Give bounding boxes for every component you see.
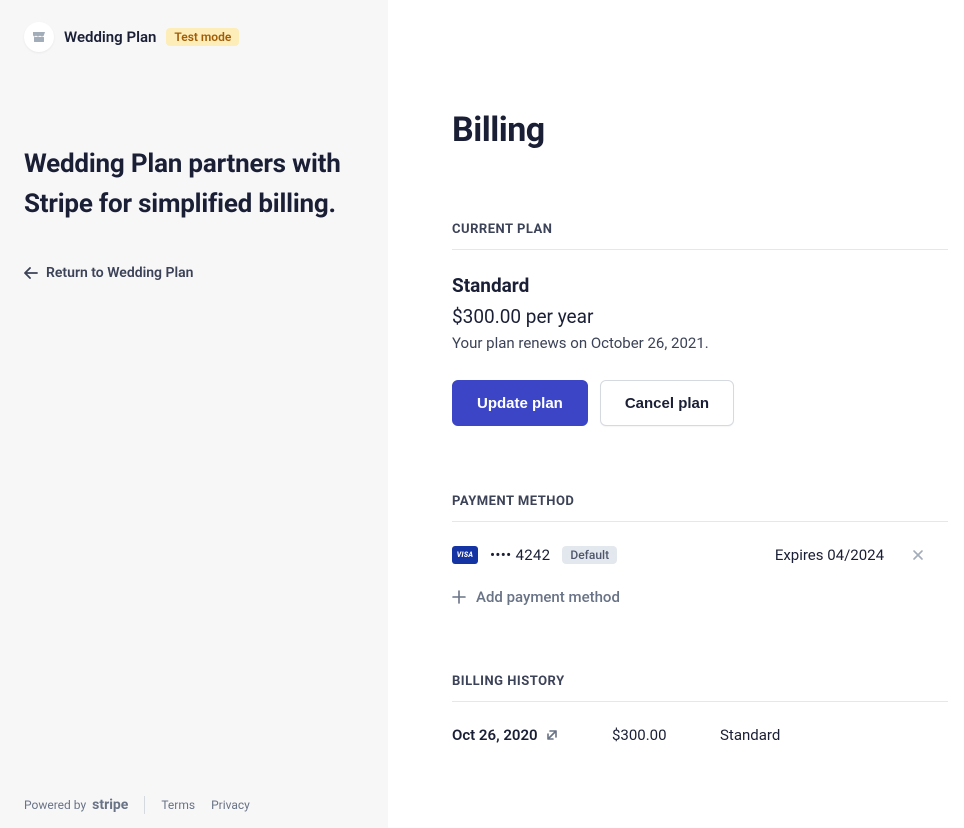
current-plan-header: CURRENT PLAN (452, 222, 948, 250)
external-link-icon (546, 729, 558, 741)
add-payment-method-label: Add payment method (476, 588, 620, 606)
return-link-label: Return to Wedding Plan (46, 265, 193, 281)
footer-divider (144, 796, 145, 814)
card-expires: Expires 04/2024 (775, 546, 884, 564)
brand-logo (24, 22, 54, 52)
payment-method-header: PAYMENT METHOD (452, 494, 948, 522)
visa-icon: VISA (452, 546, 478, 564)
brand-name: Wedding Plan (64, 28, 156, 46)
arrow-left-icon (24, 267, 38, 279)
update-plan-button[interactable]: Update plan (452, 380, 588, 426)
payment-method-section: PAYMENT METHOD VISA •••• 4242 Default Ex… (452, 494, 948, 606)
page-title: Billing (452, 110, 948, 150)
sidebar: Wedding Plan Test mode Wedding Plan part… (0, 0, 388, 828)
current-plan-section: CURRENT PLAN Standard $300.00 per year Y… (452, 222, 948, 426)
billing-history-section: BILLING HISTORY Oct 26, 2020 $300.00 Sta… (452, 674, 948, 744)
close-icon (912, 549, 924, 561)
powered-by-label: Powered by (24, 798, 86, 812)
powered-by: Powered by stripe (24, 797, 128, 813)
billing-history-header: BILLING HISTORY (452, 674, 948, 702)
sidebar-tagline: Wedding Plan partners with Stripe for si… (24, 144, 364, 225)
brand-row: Wedding Plan Test mode (24, 22, 364, 52)
card-last-four: •••• 4242 (490, 546, 550, 564)
shop-icon (31, 29, 47, 45)
add-payment-method-button[interactable]: Add payment method (452, 588, 948, 606)
plan-renewal: Your plan renews on October 26, 2021. (452, 334, 948, 352)
main-content: Billing CURRENT PLAN Standard $300.00 pe… (388, 0, 964, 828)
stripe-logo: stripe (92, 797, 128, 813)
payment-method-row: VISA •••• 4242 Default Expires 04/2024 (452, 546, 948, 564)
plan-actions: Update plan Cancel plan (452, 380, 948, 426)
plan-name: Standard (452, 274, 948, 297)
terms-link[interactable]: Terms (161, 798, 195, 812)
default-badge: Default (562, 546, 617, 564)
remove-payment-method-button[interactable] (912, 549, 948, 561)
privacy-link[interactable]: Privacy (211, 798, 250, 812)
invoice-date-label: Oct 26, 2020 (452, 726, 538, 744)
invoice-plan: Standard (720, 726, 948, 744)
invoice-amount: $300.00 (612, 726, 720, 744)
plus-icon (452, 590, 466, 604)
cancel-plan-button[interactable]: Cancel plan (600, 380, 734, 426)
billing-history-row[interactable]: Oct 26, 2020 $300.00 Standard (452, 726, 948, 744)
footer: Powered by stripe Terms Privacy (24, 796, 250, 814)
invoice-date: Oct 26, 2020 (452, 726, 612, 744)
return-link[interactable]: Return to Wedding Plan (24, 265, 364, 281)
test-mode-badge: Test mode (166, 28, 239, 46)
plan-price: $300.00 per year (452, 305, 948, 328)
